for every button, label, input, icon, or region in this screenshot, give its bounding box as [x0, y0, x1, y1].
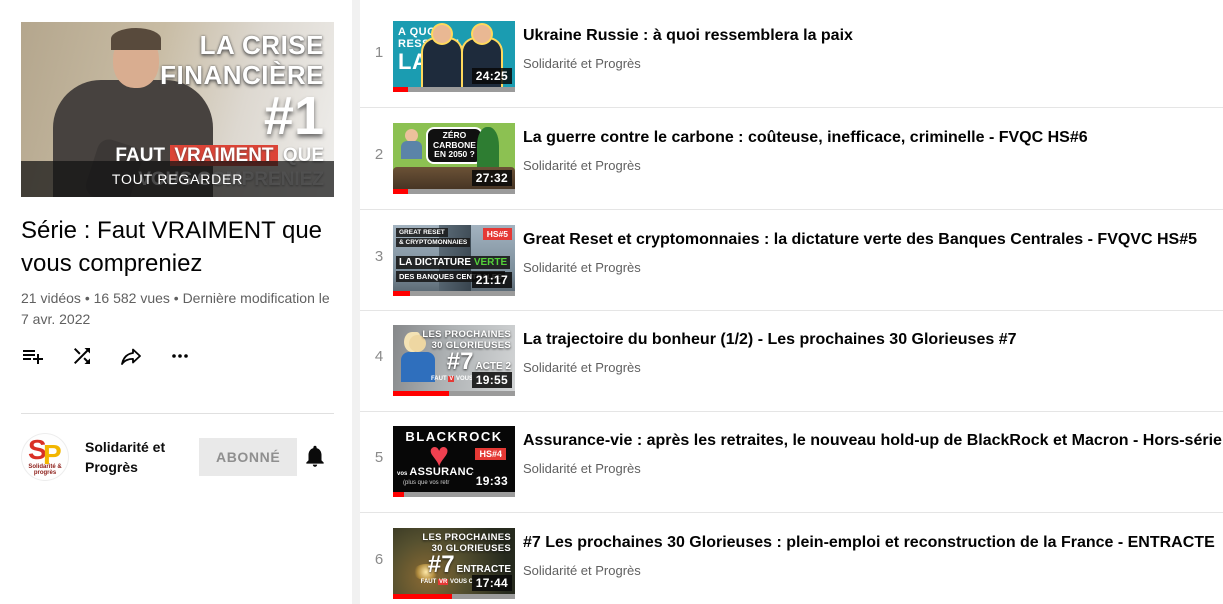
video-title[interactable]: Ukraine Russie : à quoi ressemblera la p… — [523, 25, 1213, 47]
subscribed-button[interactable]: ABONNÉ — [199, 438, 297, 476]
video-index: 5 — [368, 449, 390, 466]
shuffle-icon[interactable] — [70, 344, 94, 368]
video-thumbnail[interactable]: BLACKROCK ♥ HS#4 vosASSURANC (plus que v… — [393, 426, 515, 497]
duration-badge: 24:25 — [472, 68, 512, 84]
video-thumbnail[interactable]: LES PROCHAINES 30 GLORIEUSES #7ENTRACTE … — [393, 528, 515, 599]
thumb-badge: HS#4 — [475, 448, 506, 460]
watch-progress-bar — [393, 87, 515, 92]
row-separator — [360, 310, 1223, 311]
sidebar-divider — [21, 413, 334, 414]
piper-figure — [477, 127, 499, 169]
watch-progress-bar — [393, 189, 515, 194]
person-figure — [423, 39, 461, 87]
duration-badge: 27:32 — [472, 170, 512, 186]
video-row-3[interactable]: 3 GREAT RESET & CRYPTOMONNAIES HS#5 LA D… — [360, 225, 1223, 305]
video-channel[interactable]: Solidarité et Progrès — [523, 260, 1213, 275]
watch-all-label: TOUT REGARDER — [112, 171, 243, 187]
video-index: 1 — [368, 44, 390, 61]
duration-badge: 21:17 — [472, 272, 512, 288]
video-thumbnail[interactable]: LES PROCHAINES 30 GLORIEUSES #7ACTE 2 FA… — [393, 325, 515, 396]
thumb-text: ZÉRO CARBONE EN 2050 ? — [426, 127, 483, 164]
video-thumbnail[interactable]: GREAT RESET & CRYPTOMONNAIES HS#5 LA DIC… — [393, 225, 515, 296]
video-title[interactable]: #7 Les prochaines 30 Glorieuses : plein-… — [523, 532, 1213, 554]
channel-row: S P Solidarité & progrès Solidarité et P… — [21, 433, 334, 483]
watch-all-bar[interactable]: TOUT REGARDER — [21, 161, 334, 197]
thumb-text: LES PROCHAINES 30 GLORIEUSES #7ACTE 2 — [422, 329, 511, 373]
panel-divider-strip — [352, 0, 360, 604]
video-title[interactable]: Great Reset et cryptomonnaies : la dicta… — [523, 229, 1213, 251]
playlist-stats: 21 vidéos • 16 582 vues • Dernière modif… — [21, 288, 339, 330]
share-icon[interactable] — [119, 344, 143, 368]
video-thumbnail[interactable]: ZÉRO CARBONE EN 2050 ? 27:32 — [393, 123, 515, 194]
row-separator — [360, 107, 1223, 108]
video-index: 4 — [368, 348, 390, 365]
playlist-add-icon[interactable] — [21, 344, 45, 368]
row-separator — [360, 411, 1223, 412]
video-index: 6 — [368, 551, 390, 568]
video-row-1[interactable]: 1 A QUOI RESSEMBL LA PAIX 24:25 Ukraine … — [360, 21, 1223, 101]
watch-progress-bar — [393, 492, 515, 497]
video-channel[interactable]: Solidarité et Progrès — [523, 563, 1213, 578]
watch-progress-bar — [393, 391, 515, 396]
thumb-text: LES PROCHAINES 30 GLORIEUSES #7ENTRACTE — [422, 532, 511, 576]
bell-icon[interactable] — [302, 443, 328, 469]
video-channel[interactable]: Solidarité et Progrès — [523, 461, 1213, 476]
playlist-thumbnail[interactable]: LA CRISE FINANCIÈRE #1 FAUT VRAIMENT QUE… — [21, 22, 334, 197]
video-title[interactable]: Assurance-vie : après les retraites, le … — [523, 430, 1213, 452]
row-separator — [360, 209, 1223, 210]
watch-progress-bar — [393, 291, 515, 296]
video-index: 2 — [368, 146, 390, 163]
video-row-6[interactable]: 6 LES PROCHAINES 30 GLORIEUSES #7ENTRACT… — [360, 528, 1223, 604]
watch-progress-bar — [393, 594, 515, 599]
playlist-actions — [21, 344, 217, 368]
duration-badge: 17:44 — [472, 575, 512, 591]
channel-avatar[interactable]: S P Solidarité & progrès — [21, 433, 69, 481]
duration-badge: 19:55 — [472, 372, 512, 388]
video-row-5[interactable]: 5 BLACKROCK ♥ HS#4 vosASSURANC (plus que… — [360, 426, 1223, 506]
video-row-4[interactable]: 4 LES PROCHAINES 30 GLORIEUSES #7ACTE 2 … — [360, 325, 1223, 405]
duration-badge: 19:33 — [472, 473, 512, 489]
video-title[interactable]: La guerre contre le carbone : coûteuse, … — [523, 127, 1213, 149]
channel-name[interactable]: Solidarité et Progrès — [85, 437, 185, 477]
thumb-badge: HS#5 — [483, 228, 512, 240]
video-channel[interactable]: Solidarité et Progrès — [523, 56, 1213, 71]
thumb-text: BLACKROCK — [393, 429, 515, 444]
video-channel[interactable]: Solidarité et Progrès — [523, 360, 1213, 375]
playlist-title: Série : Faut VRAIMENT que vous comprenie… — [21, 214, 326, 280]
playlist-sidebar: LA CRISE FINANCIÈRE #1 FAUT VRAIMENT QUE… — [0, 0, 352, 604]
thumbnail-title-text: LA CRISE FINANCIÈRE #1 FAUT VRAIMENT QUE — [115, 30, 324, 168]
thumb-text: GREAT RESET & CRYPTOMONNAIES — [396, 228, 470, 248]
row-separator — [360, 512, 1223, 513]
video-channel[interactable]: Solidarité et Progrès — [523, 158, 1213, 173]
avatar-caption: Solidarité & progrès — [21, 464, 69, 476]
video-list: 1 A QUOI RESSEMBL LA PAIX 24:25 Ukraine … — [360, 0, 1223, 604]
video-row-2[interactable]: 2 ZÉRO CARBONE EN 2050 ? 27:32 La — [360, 123, 1223, 203]
video-thumbnail[interactable]: A QUOI RESSEMBL LA PAIX 24:25 — [393, 21, 515, 92]
more-icon[interactable] — [168, 344, 192, 368]
playlist-page: LA CRISE FINANCIÈRE #1 FAUT VRAIMENT QUE… — [0, 0, 1223, 604]
video-index: 3 — [368, 248, 390, 265]
video-title[interactable]: La trajectoire du bonheur (1/2) - Les pr… — [523, 329, 1213, 351]
